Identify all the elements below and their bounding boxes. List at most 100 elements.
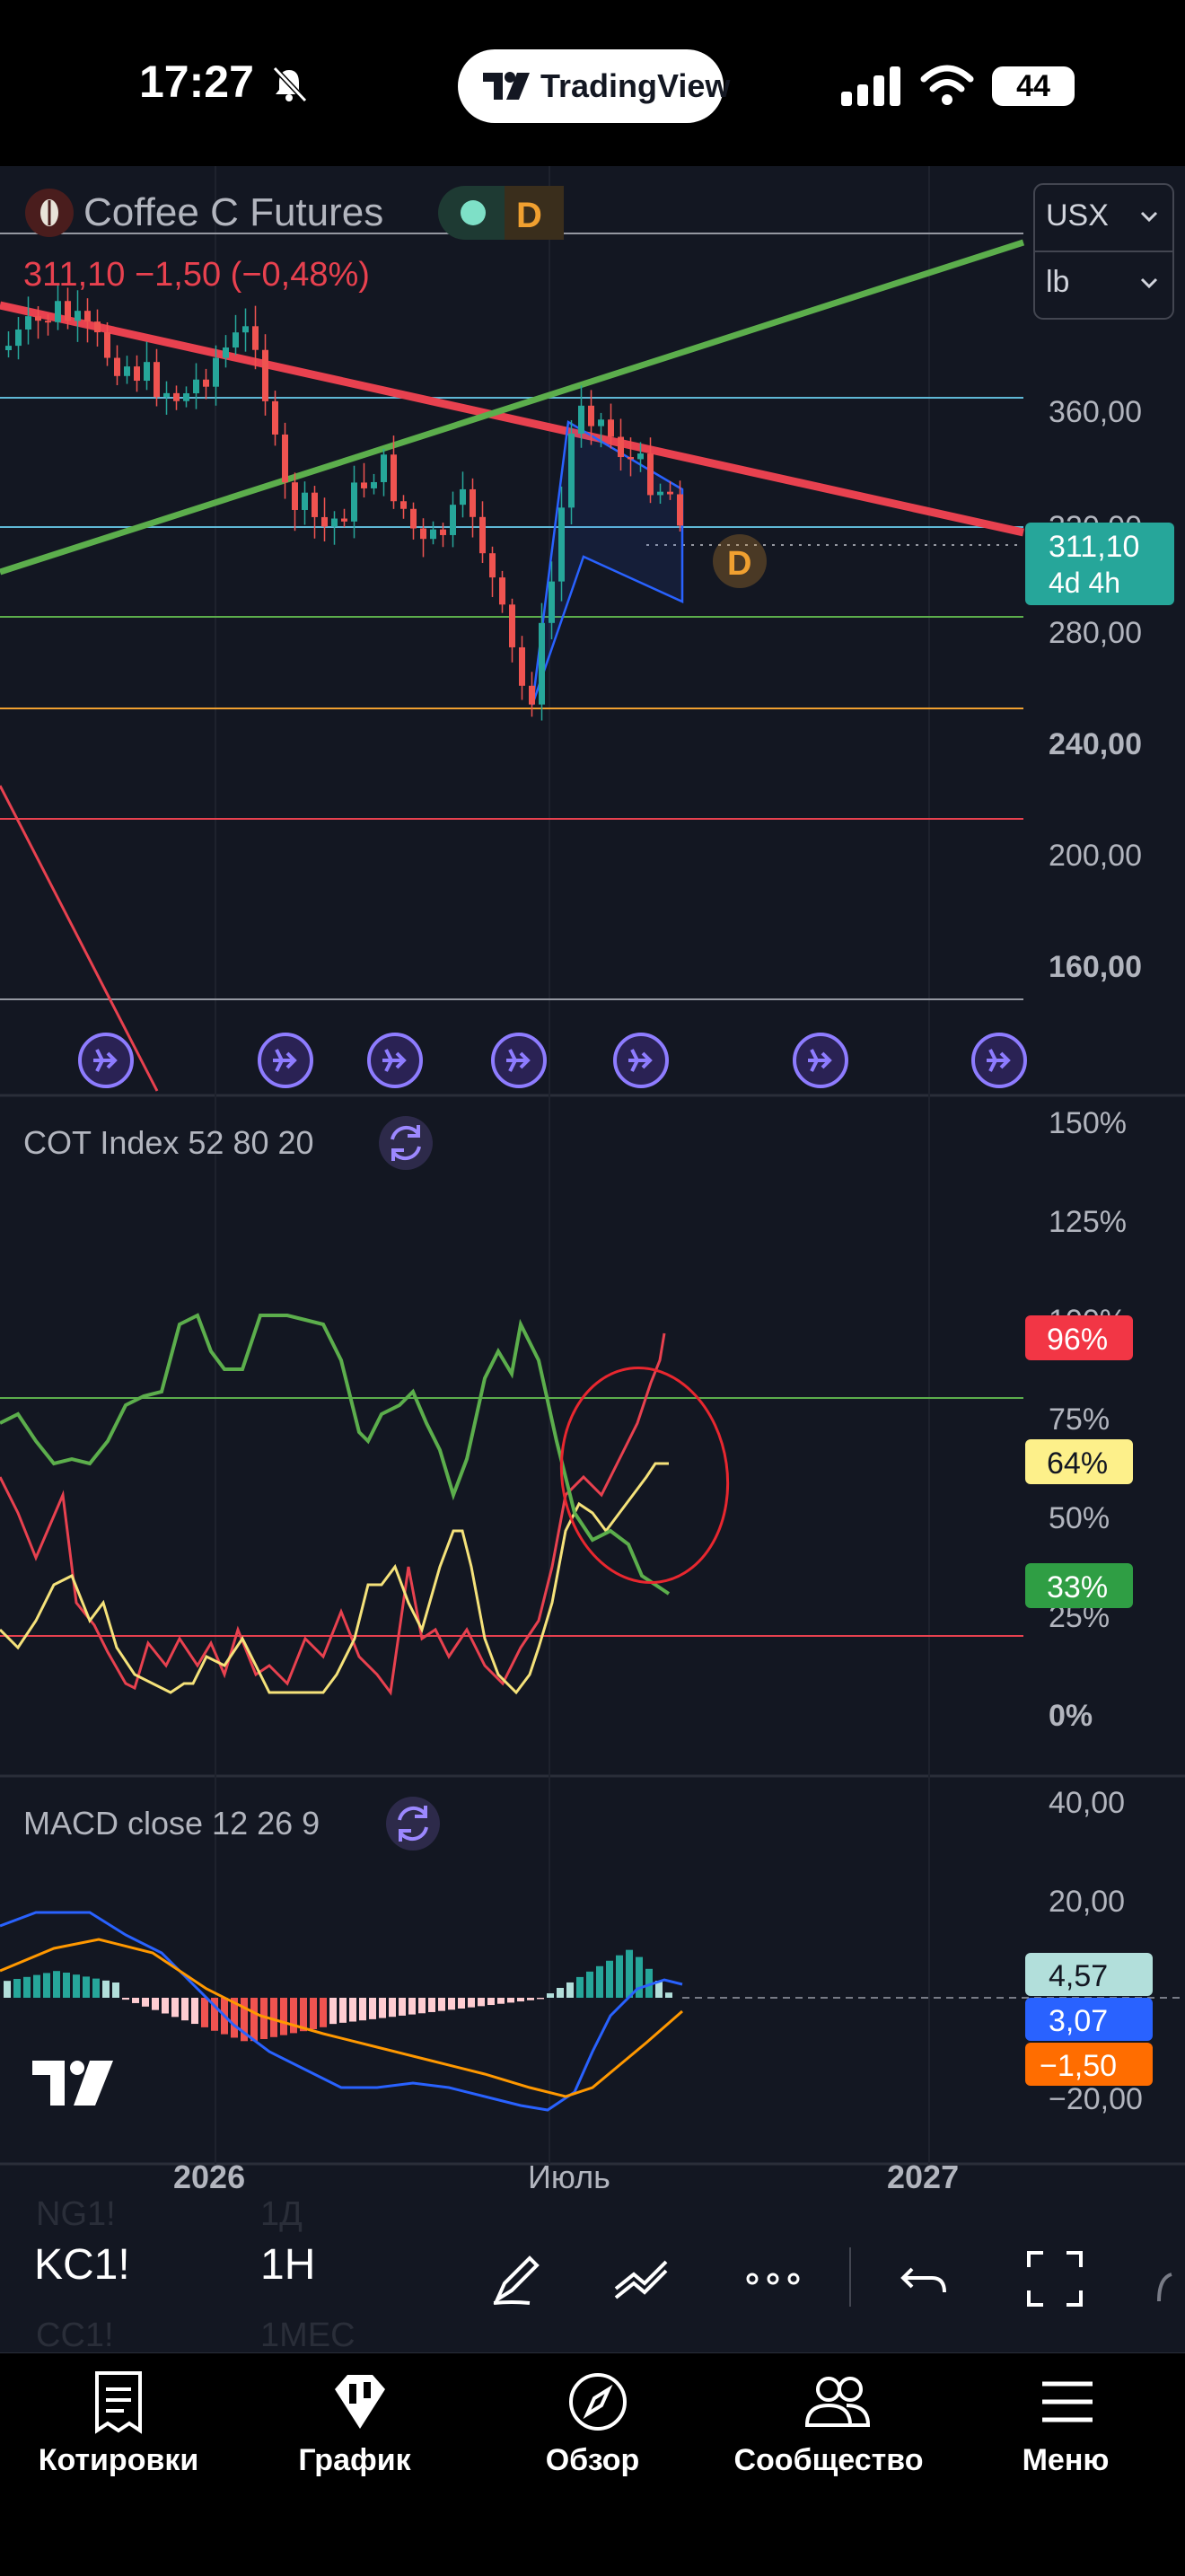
nav-overview[interactable]: Обзор: [480, 2353, 705, 2576]
macd-histogram-bar: [606, 1960, 613, 1998]
candle: [233, 314, 239, 356]
macd-line-badge: 3,07: [1049, 2004, 1108, 2038]
trend-tools-icon[interactable]: [610, 2247, 673, 2310]
macd-histogram-bar: [132, 1998, 139, 2003]
macd-histogram-bar: [507, 1998, 514, 2003]
event-marker-icon[interactable]: [971, 1033, 1027, 1088]
cot-axis-label: 150%: [1049, 1106, 1127, 1140]
chart-canvas[interactable]: 360,00 320,00 280,00 240,00 200,00 160,0…: [0, 166, 1185, 2204]
macd-histogram-bar: [359, 1998, 366, 2021]
tradingview-pill[interactable]: TradingView: [458, 49, 730, 123]
event-marker-icon[interactable]: [258, 1033, 313, 1088]
nav-label: Меню: [1022, 2443, 1110, 2477]
symbol-legend[interactable]: Coffee C Futures D: [25, 186, 564, 240]
macd-histogram-bar: [458, 1998, 465, 2009]
nav-quotes[interactable]: Котировки: [6, 2353, 231, 2576]
macd-pane[interactable]: MACD close 12 26 9 40,00 20,00 −20,00 4,…: [0, 1786, 1185, 2116]
macd-axis-label: 20,00: [1049, 1885, 1125, 1919]
macd-histogram-bar: [13, 1979, 21, 1998]
macd-histogram-bar: [290, 1998, 297, 2034]
brush-draw-icon[interactable]: [485, 2247, 548, 2310]
nav-label: Сообщество: [733, 2443, 924, 2477]
cot-axis-label: 0%: [1049, 1699, 1093, 1733]
interval-selector[interactable]: 1H: [260, 2240, 315, 2290]
macd-histogram-bar: [181, 1998, 189, 2021]
time-label: 2026: [173, 2158, 245, 2195]
nav-chart[interactable]: График: [242, 2353, 467, 2576]
price-label: 200,00: [1049, 839, 1142, 873]
macd-histogram-bar: [438, 1998, 445, 2011]
macd-histogram-bar: [122, 1998, 129, 2000]
battery-indicator: 44: [992, 66, 1075, 106]
fullscreen-icon[interactable]: [1023, 2247, 1086, 2310]
event-marker-icon[interactable]: [78, 1033, 134, 1088]
d-marker[interactable]: D: [713, 534, 767, 588]
price-axis[interactable]: 360,00 320,00 280,00 240,00 200,00 160,0…: [1049, 395, 1142, 984]
candle: [410, 502, 417, 540]
macd-histogram-bar: [250, 1998, 258, 2042]
macd-histogram-bar: [162, 1998, 169, 2014]
event-marker-icon[interactable]: [613, 1033, 669, 1088]
event-marker-icon[interactable]: [367, 1033, 423, 1088]
macd-histogram-bar: [547, 1993, 554, 1998]
candle: [321, 497, 328, 542]
candle: [262, 334, 268, 416]
redo-icon[interactable]: [1154, 2247, 1185, 2310]
macd-histogram-bar: [329, 1998, 337, 2025]
red-diagonal-line[interactable]: [0, 785, 159, 1092]
cot-red-badge: 96%: [1047, 1323, 1108, 1357]
red-trendline[interactable]: [0, 301, 1024, 537]
chart-icon: [335, 2375, 385, 2429]
macd-histogram-bar: [171, 1998, 179, 2018]
candle: [84, 298, 91, 343]
candle: [499, 570, 505, 613]
macd-histogram-bar: [408, 1998, 416, 2015]
currency-unit-selector[interactable]: USX lb: [1033, 183, 1174, 320]
nav-menu[interactable]: Меню: [953, 2353, 1178, 2576]
candle: [312, 486, 318, 539]
nav-label: Обзор: [545, 2443, 640, 2477]
cot-yellow-badge: 64%: [1047, 1446, 1108, 1481]
macd-histogram-bar: [616, 1955, 623, 1998]
event-marker-icon[interactable]: [793, 1033, 848, 1088]
macd-histogram-bar: [487, 1998, 495, 2006]
candle: [183, 386, 189, 408]
macd-histogram-bar: [636, 1956, 643, 1998]
macd-histogram-bar: [201, 1998, 208, 2027]
flag-pattern[interactable]: [531, 419, 684, 706]
candle: [361, 462, 367, 498]
candle: [529, 672, 535, 717]
cot-axis-label: 75%: [1049, 1402, 1110, 1437]
market-status-dot: [461, 200, 486, 225]
macd-histogram-bar: [63, 1973, 70, 1998]
candle: [144, 341, 150, 391]
macd-histogram-bar: [4, 1981, 11, 1998]
candle: [292, 472, 298, 532]
macd-histogram-bar: [448, 1998, 455, 2010]
macd-histogram-bar: [517, 1998, 524, 2002]
macd-histogram-bar: [191, 1998, 198, 2025]
candle: [381, 448, 387, 497]
chart-area[interactable]: 360,00 320,00 280,00 240,00 200,00 160,0…: [0, 166, 1185, 2204]
menu-icon: [1042, 2381, 1093, 2422]
symbol-selector[interactable]: KC1!: [34, 2240, 130, 2290]
ghost-symbol: NG1!: [36, 2195, 116, 2233]
nav-label: График: [298, 2443, 411, 2477]
nav-community[interactable]: Сообщество: [716, 2353, 941, 2576]
event-markers[interactable]: [78, 1033, 1027, 1088]
macd-histogram-bar: [389, 1998, 396, 2018]
macd-signal-badge: −1,50: [1040, 2049, 1117, 2083]
event-marker-icon[interactable]: [491, 1033, 547, 1088]
candle: [509, 598, 515, 663]
tradingview-watermark: [32, 2061, 113, 2106]
ghost-interval: 1Д: [260, 2195, 303, 2233]
macd-histogram-bar: [497, 1998, 505, 2004]
macd-histogram-bar: [73, 1974, 80, 1998]
macd-axis-label: 40,00: [1049, 1786, 1125, 1820]
cot-pane[interactable]: COT Index 52 80 20 150% 125% 100% 75% 50…: [0, 1106, 1133, 1733]
status-time: 17:27: [139, 57, 254, 107]
undo-icon[interactable]: [894, 2247, 957, 2310]
quote-line: 311,10 −1,50 (−0,48%): [23, 256, 370, 294]
more-options-icon[interactable]: [742, 2247, 804, 2310]
candle: [479, 501, 486, 564]
